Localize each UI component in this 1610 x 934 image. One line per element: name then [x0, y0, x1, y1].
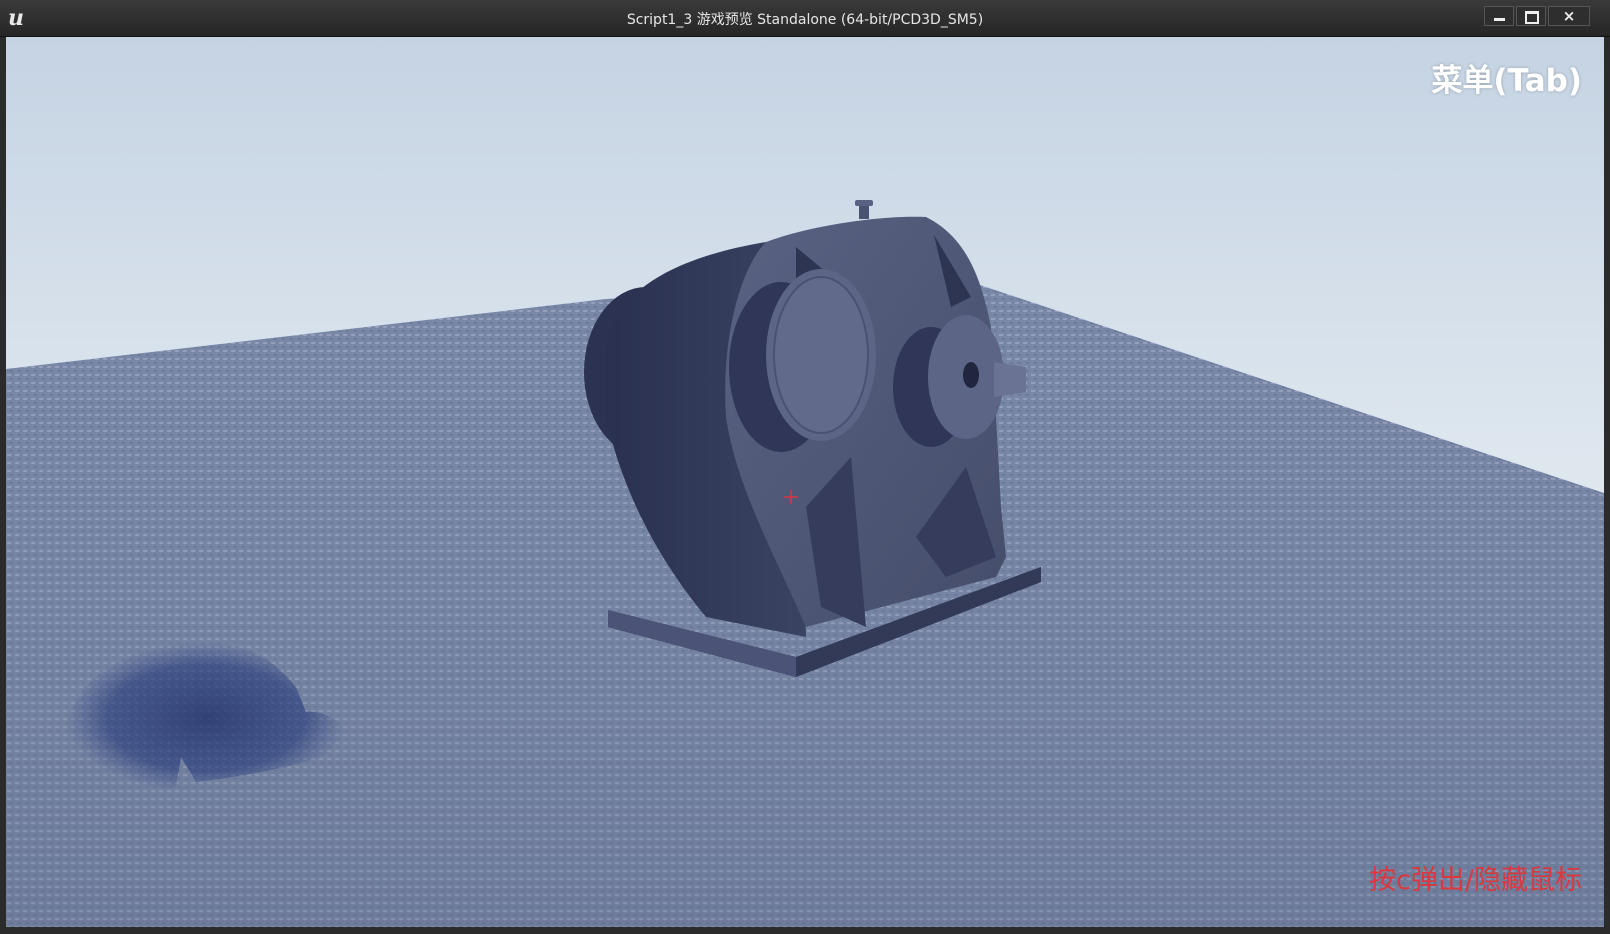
scene-render	[6, 200, 1604, 927]
close-button[interactable]: ×	[1548, 6, 1590, 26]
window-title: Script1_3 游戏预览 Standalone (64-bit/PCD3D_…	[626, 12, 984, 28]
game-window: u Script1_3 游戏预览 Standalone (64-bit/PCD3…	[0, 0, 1610, 934]
game-viewport[interactable]: 菜单(Tab) 按c弹出/隐藏鼠标	[6, 37, 1604, 927]
mouse-toggle-hint: 按c弹出/隐藏鼠标	[1369, 865, 1582, 896]
title-bar[interactable]: u Script1_3 游戏预览 Standalone (64-bit/PCD3…	[0, 0, 1610, 37]
window-controls: ×	[1484, 6, 1590, 26]
maximize-button[interactable]	[1516, 6, 1546, 26]
minimize-button[interactable]	[1484, 6, 1514, 26]
menu-tab-button[interactable]: 菜单(Tab)	[1431, 55, 1582, 100]
